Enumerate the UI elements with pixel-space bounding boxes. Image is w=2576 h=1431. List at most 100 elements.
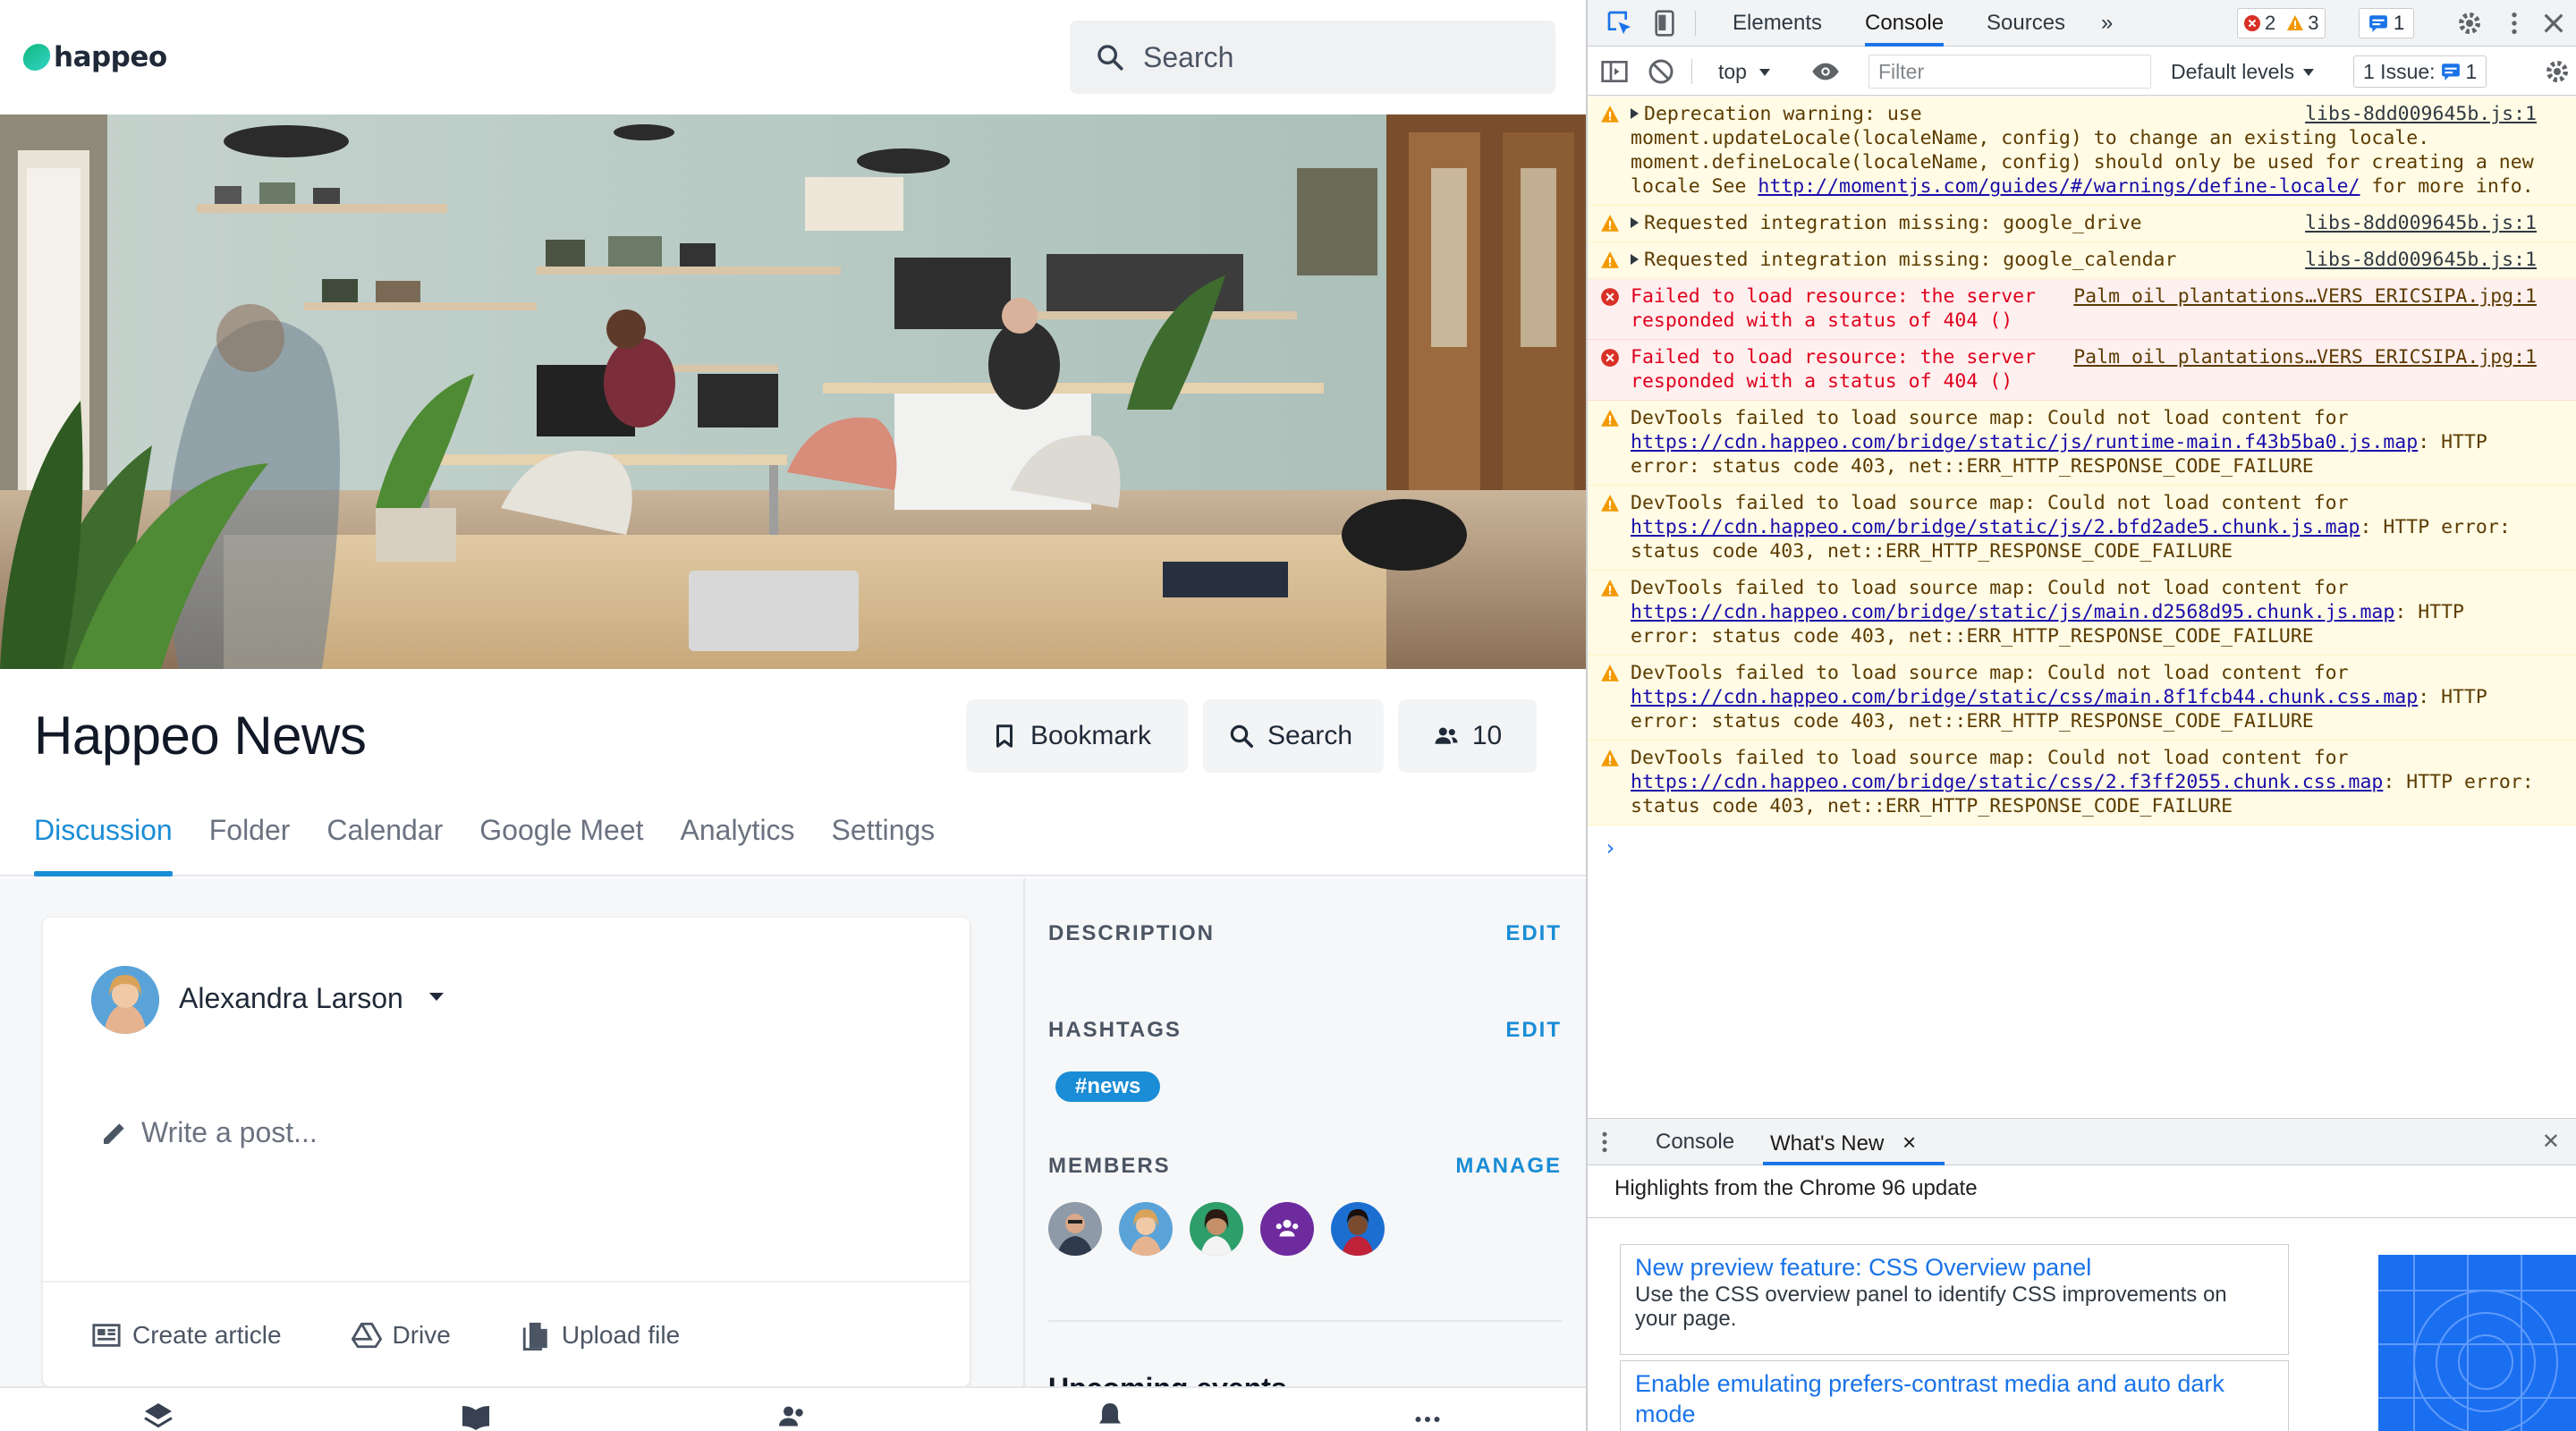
group-avatar-icon[interactable]: [1260, 1202, 1314, 1256]
global-search-input[interactable]: Search: [1070, 21, 1555, 94]
console-settings-gear-icon[interactable]: [2543, 57, 2572, 86]
tab-elements[interactable]: Elements: [1733, 0, 1822, 47]
card-title[interactable]: Enable emulating prefers-contrast media …: [1635, 1368, 2274, 1429]
nav-pages[interactable]: [318, 1388, 635, 1431]
sidebar-toggle-icon[interactable]: [1600, 57, 1629, 86]
console-warning-message[interactable]: DevTools failed to load source map: Coul…: [1588, 486, 2576, 571]
warning-icon: [1601, 106, 1619, 123]
execution-context-select[interactable]: top: [1718, 47, 1770, 96]
message-text: DevTools failed to load source map: Coul…: [1631, 492, 2349, 514]
members-count-button[interactable]: 10: [1398, 699, 1537, 773]
author-name[interactable]: Alexandra Larson: [179, 982, 403, 1015]
drawer-tab-console[interactable]: Console: [1656, 1119, 1734, 1165]
channel-search-button[interactable]: Search: [1203, 699, 1384, 773]
hashtag-chip[interactable]: #news: [1055, 1071, 1161, 1102]
avatar[interactable]: [1190, 1202, 1243, 1256]
drawer-menu-icon[interactable]: [1600, 1128, 1609, 1156]
tab-sources[interactable]: Sources: [1987, 0, 2065, 47]
bookmark-button[interactable]: Bookmark: [966, 699, 1188, 773]
device-toolbar-icon[interactable]: [1650, 9, 1679, 38]
more-tabs-button[interactable]: »: [2101, 0, 2113, 47]
close-tab-icon[interactable]: ×: [1902, 1129, 1916, 1156]
issues-button[interactable]: 1 Issue: 1: [2353, 55, 2487, 88]
message-source-link[interactable]: Palm oil plantations…VERS ERICSIPA.jpg:1: [2073, 345, 2537, 369]
chevron-down-icon: [2303, 69, 2315, 76]
expand-triangle-icon[interactable]: [1631, 108, 1639, 119]
close-devtools-icon[interactable]: [2539, 9, 2568, 38]
avatar[interactable]: [1331, 1202, 1385, 1256]
layers-icon: [144, 1403, 174, 1428]
console-warning-message[interactable]: libs-8dd009645b.js:1 Deprecation warning:…: [1588, 97, 2576, 206]
message-url-link[interactable]: https://cdn.happeo.com/bridge/static/css…: [1631, 686, 2418, 708]
close-drawer-icon[interactable]: ✕: [2542, 1119, 2560, 1165]
happeo-app: happeo Search Happeo News Bookmark Searc…: [0, 0, 1586, 1431]
kebab-menu-icon[interactable]: [2500, 9, 2529, 38]
avatar[interactable]: [91, 966, 159, 1034]
message-source-link[interactable]: Palm oil plantations…VERS ERICSIPA.jpg:1: [2073, 284, 2537, 309]
drawer-divider: [1588, 1217, 2576, 1218]
avatar[interactable]: [1119, 1202, 1173, 1256]
edit-description-link[interactable]: EDIT: [1505, 921, 1562, 946]
clear-console-icon[interactable]: [1647, 57, 1675, 86]
console-error-message[interactable]: Palm oil plantations…VERS ERICSIPA.jpg:1…: [1588, 279, 2576, 340]
console-warning-message[interactable]: DevTools failed to load source map: Coul…: [1588, 656, 2576, 741]
message-source-link[interactable]: libs-8dd009645b.js:1: [2305, 248, 2537, 272]
nav-more[interactable]: [1268, 1388, 1586, 1431]
create-article-button[interactable]: Create article: [91, 1320, 282, 1351]
happeo-logo[interactable]: happeo: [21, 39, 167, 75]
nav-notifications[interactable]: [952, 1388, 1269, 1431]
bookmark-icon: [996, 724, 1013, 748]
bell-icon: [1099, 1403, 1122, 1424]
manage-members-link[interactable]: MANAGE: [1455, 1154, 1562, 1179]
message-url-link[interactable]: https://cdn.happeo.com/bridge/static/js/…: [1631, 431, 2418, 453]
chrome-devtools: Elements Console Sources » 2 3 1 top Fil…: [1586, 0, 2576, 1431]
console-error-message[interactable]: Palm oil plantations…VERS ERICSIPA.jpg:1…: [1588, 340, 2576, 401]
console-warning-message[interactable]: DevTools failed to load source map: Coul…: [1588, 571, 2576, 656]
message-url-link[interactable]: https://cdn.happeo.com/bridge/static/css…: [1631, 771, 2383, 793]
console-warning-message[interactable]: DevTools failed to load source map: Coul…: [1588, 741, 2576, 826]
tab-google-meet[interactable]: Google Meet: [479, 810, 643, 876]
nav-people[interactable]: [634, 1388, 952, 1431]
channel-tabs: Discussion Folder Calendar Google Meet A…: [34, 810, 971, 876]
console-counts[interactable]: 2 3: [2237, 8, 2326, 38]
message-source-link[interactable]: libs-8dd009645b.js:1: [2305, 211, 2537, 235]
logo-text: happeo: [54, 41, 167, 73]
console-warning-message[interactable]: libs-8dd009645b.js:1 Requested integratio…: [1588, 206, 2576, 242]
upload-file-button[interactable]: Upload file: [521, 1320, 680, 1351]
message-url-link[interactable]: http://momentjs.com/guides/#/warnings/de…: [1758, 175, 2360, 198]
tab-folder[interactable]: Folder: [209, 810, 291, 876]
message-url-link[interactable]: https://cdn.happeo.com/bridge/static/js/…: [1631, 516, 2360, 538]
console-warning-message[interactable]: libs-8dd009645b.js:1 Requested integratio…: [1588, 242, 2576, 279]
log-levels-select[interactable]: Default levels: [2171, 47, 2315, 96]
message-url-link[interactable]: https://cdn.happeo.com/bridge/static/js/…: [1631, 601, 2394, 623]
console-filter-input[interactable]: Filter: [1868, 55, 2151, 89]
warning-icon: [1601, 495, 1619, 512]
nav-feed[interactable]: [0, 1388, 318, 1431]
settings-gear-icon[interactable]: [2455, 9, 2484, 38]
tab-console[interactable]: Console: [1865, 0, 1945, 47]
eye-icon[interactable]: [1811, 57, 1840, 86]
channel-header: Happeo News Bookmark Search 10 Discussio…: [0, 669, 1586, 876]
console-prompt-input[interactable]: ›: [1588, 826, 2576, 871]
message-count[interactable]: 1: [2359, 8, 2415, 38]
inspect-element-icon[interactable]: [1606, 9, 1634, 38]
error-icon: [2244, 15, 2260, 31]
expand-triangle-icon[interactable]: [1631, 217, 1639, 228]
expand-triangle-icon[interactable]: [1631, 254, 1639, 265]
card-title[interactable]: New preview feature: CSS Overview panel: [1635, 1252, 2274, 1283]
tab-analytics[interactable]: Analytics: [681, 810, 795, 876]
message-source-link[interactable]: libs-8dd009645b.js:1: [2305, 102, 2537, 126]
whats-new-card[interactable]: New preview feature: CSS Overview panel …: [1620, 1244, 2289, 1355]
tab-calendar[interactable]: Calendar: [326, 810, 443, 876]
edit-hashtags-link[interactable]: EDIT: [1505, 1018, 1562, 1043]
drawer-tab-whats-new[interactable]: What's New ×: [1762, 1119, 1945, 1165]
avatar[interactable]: [1048, 1202, 1102, 1256]
tab-discussion[interactable]: Discussion: [34, 810, 173, 876]
drive-button[interactable]: Drive: [351, 1320, 451, 1351]
whats-new-card[interactable]: Enable emulating prefers-contrast media …: [1620, 1360, 2289, 1431]
tab-settings[interactable]: Settings: [832, 810, 936, 876]
warning-count: 3: [2281, 9, 2324, 38]
chevron-down-icon[interactable]: [429, 993, 444, 1001]
write-post-input[interactable]: Write a post...: [100, 1116, 318, 1149]
console-warning-message[interactable]: DevTools failed to load source map: Coul…: [1588, 401, 2576, 486]
